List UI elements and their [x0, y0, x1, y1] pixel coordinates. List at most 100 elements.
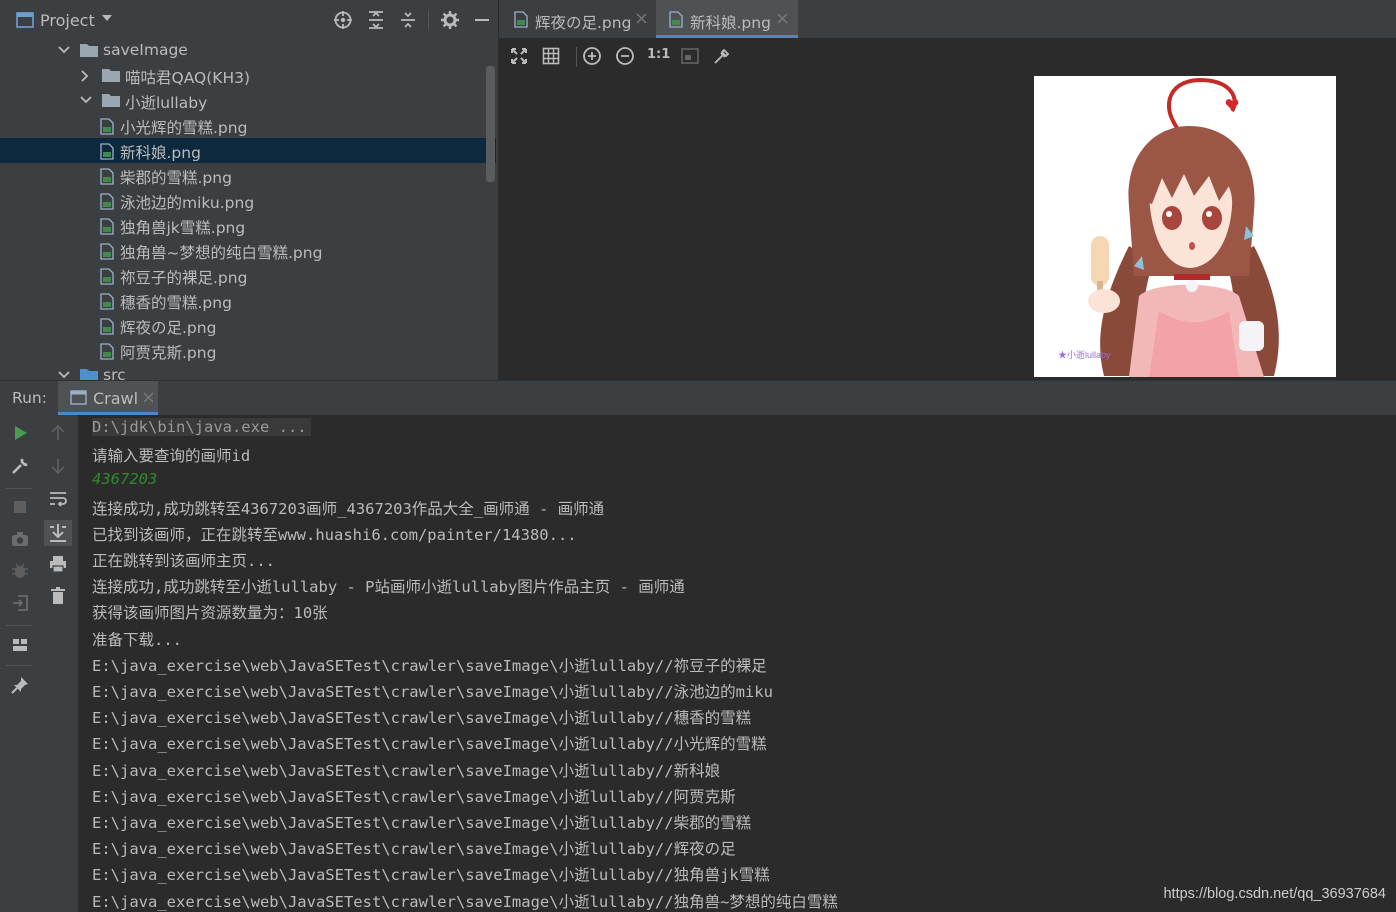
image-file-icon [100, 118, 114, 135]
anime-illustration: ★小逝lullaby [1034, 76, 1336, 377]
chevron-down-icon[interactable] [80, 95, 92, 105]
soft-wrap-icon[interactable] [48, 489, 68, 509]
tree-item-label: 祢豆子的裸足.png [120, 269, 248, 287]
debug-icon[interactable] [10, 561, 30, 581]
zoom-out-icon[interactable] [615, 46, 635, 66]
camera-icon[interactable] [10, 529, 30, 549]
expand-all-icon[interactable] [366, 10, 386, 30]
tree-file-row[interactable]: 阿贾克斯.png [0, 338, 496, 363]
tree-item-label: src [103, 366, 126, 380]
settings-gear-icon[interactable] [440, 10, 460, 30]
console-line: E:\java_exercise\web\JavaSETest\crawler\… [92, 656, 767, 675]
tree-item-label: 独角兽jk雪糕.png [120, 219, 246, 237]
image-file-icon [100, 143, 114, 160]
locate-icon[interactable] [333, 10, 353, 30]
up-arrow-icon[interactable] [48, 423, 68, 443]
image-file-icon [100, 168, 114, 185]
image-file-icon [669, 11, 683, 28]
tab-huiye-png[interactable]: 辉夜の足.png [499, 0, 655, 38]
tab-label: 辉夜の足.png [535, 14, 632, 32]
image-file-icon [100, 318, 114, 335]
console-line: E:\java_exercise\web\JavaSETest\crawler\… [92, 683, 773, 701]
tree-file-row[interactable]: 柴郡的雪糕.png [0, 163, 496, 188]
tree-file-row[interactable]: 新科娘.png [0, 138, 496, 163]
console-line: 准备下载... [92, 630, 182, 649]
image-file-icon [514, 11, 528, 28]
pin-icon[interactable] [10, 675, 30, 695]
trash-icon[interactable] [48, 586, 68, 606]
zoom-in-icon[interactable] [582, 46, 602, 66]
tree-folder-row[interactable]: src [0, 363, 496, 380]
folder-icon [102, 93, 120, 107]
tree-item-label: 小逝lullaby [125, 94, 208, 112]
console-toolbar [38, 415, 79, 912]
console-line: 4367203 [92, 470, 158, 489]
exit-icon[interactable] [10, 593, 30, 613]
console-line: 正在跳转到该画师主页... [92, 552, 275, 570]
chevron-right-icon[interactable] [80, 70, 90, 82]
toolbar-separator [576, 47, 577, 67]
console-line: 请输入要查询的画师id [92, 447, 251, 466]
print-icon[interactable] [48, 554, 68, 574]
console-line: E:\java_exercise\web\JavaSETest\crawler\… [92, 787, 736, 806]
tree-file-row[interactable]: 小光辉的雪糕.png [0, 113, 496, 138]
console-line: E:\java_exercise\web\JavaSETest\crawler\… [92, 892, 838, 911]
folder-icon [80, 368, 98, 380]
close-tab-icon[interactable] [636, 13, 647, 24]
settings-wrench-icon[interactable] [10, 456, 30, 476]
folder-icon [102, 68, 120, 82]
chevron-down-icon[interactable] [58, 45, 70, 55]
down-arrow-icon[interactable] [48, 456, 68, 476]
image-file-icon [100, 343, 114, 360]
chevron-down-icon[interactable] [58, 370, 70, 380]
console-line: 连接成功,成功跳转至4367203画师_4367203作品大全_画师通 - 画师… [92, 499, 605, 518]
tree-file-row[interactable]: 祢豆子的裸足.png [0, 263, 496, 288]
tree-item-label: 新科娘.png [120, 144, 201, 162]
console-line: E:\java_exercise\web\JavaSETest\crawler\… [92, 814, 752, 832]
tree-scrollbar[interactable] [486, 66, 495, 182]
scroll-to-end-icon[interactable] [44, 520, 72, 546]
console-line: E:\java_exercise\web\JavaSETest\crawler\… [92, 866, 770, 885]
run-tool-window-header: Run: Crawl [0, 380, 1396, 415]
color-picker-icon[interactable] [712, 46, 732, 66]
tree-file-row[interactable]: 穗香的雪糕.png [0, 288, 496, 313]
grid-icon[interactable] [541, 46, 561, 66]
console-line: E:\java_exercise\web\JavaSETest\crawler\… [92, 709, 752, 728]
dropdown-icon[interactable] [101, 13, 113, 23]
tree-file-row[interactable]: 独角兽jk雪糕.png [0, 213, 496, 238]
folder-icon [80, 43, 98, 57]
tree-file-row[interactable]: 辉夜の足.png [0, 313, 496, 338]
blog-watermark: https://blog.csdn.net/qq_36937684 [1163, 886, 1386, 902]
image-file-icon [100, 268, 114, 285]
rerun-icon[interactable] [10, 423, 30, 443]
tree-file-row[interactable]: 泳池边的miku.png [0, 188, 496, 213]
layout-icon[interactable] [10, 635, 30, 655]
image-file-icon [100, 193, 114, 210]
editor-tab-bar: 辉夜の足.png 新科娘.png [499, 0, 1396, 38]
project-window-icon[interactable] [16, 12, 34, 28]
console-output[interactable]: D:\jdk\bin\java.exe ... 请输入要查询的画师id 436720… [79, 415, 1396, 912]
hide-minus-icon[interactable] [472, 10, 492, 30]
run-tab-crawl[interactable]: Crawl [58, 381, 158, 415]
image-editor: 辉夜の足.png 新科娘.png 1:1 ★小逝lullaby [499, 0, 1396, 380]
tree-item-label: 阿贾克斯.png [120, 344, 217, 362]
close-run-tab-icon[interactable] [143, 392, 154, 403]
collapse-all-icon[interactable] [398, 10, 418, 30]
background-icon[interactable] [680, 46, 700, 66]
tree-item-label: 辉夜の足.png [120, 319, 217, 337]
project-title[interactable]: Project [40, 11, 95, 30]
tree-item-label: 独角兽~梦想的纯白雪糕.png [120, 244, 323, 262]
close-tab-icon[interactable] [777, 13, 788, 24]
tree-item-label: saveImage [103, 41, 188, 59]
fit-zoom-icon[interactable] [509, 46, 529, 66]
tree-folder-row[interactable]: saveImage [0, 38, 496, 63]
tree-folder-row[interactable]: 喵咕君QAQ(KH3) [0, 63, 496, 88]
tree-item-label: 小光辉的雪糕.png [120, 119, 248, 137]
actual-size-icon[interactable]: 1:1 [647, 47, 670, 67]
tree-folder-row[interactable]: 小逝lullaby [0, 88, 496, 113]
image-preview: ★小逝lullaby [1034, 76, 1336, 377]
tab-xinkeniang-png[interactable]: 新科娘.png [656, 0, 798, 38]
tree-file-row[interactable]: 独角兽~梦想的纯白雪糕.png [0, 238, 496, 263]
console-line: E:\java_exercise\web\JavaSETest\crawler\… [92, 840, 736, 859]
stop-icon[interactable] [10, 497, 30, 517]
